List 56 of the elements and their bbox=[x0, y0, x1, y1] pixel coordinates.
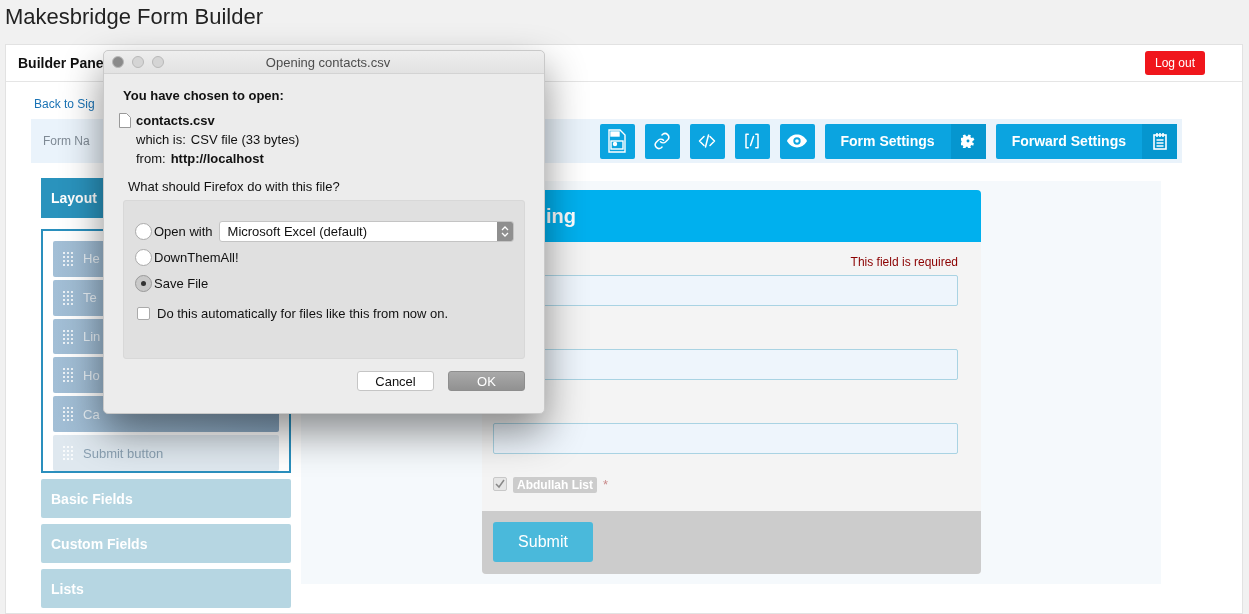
toolbar-button[interactable] bbox=[779, 123, 815, 159]
checkbox[interactable] bbox=[137, 306, 150, 320]
radio-button[interactable] bbox=[135, 248, 152, 266]
radio-button[interactable] bbox=[135, 274, 152, 292]
gear-icon bbox=[961, 134, 976, 148]
drag-handle-icon bbox=[63, 251, 73, 266]
link-icon bbox=[653, 132, 671, 150]
zoom-icon[interactable] bbox=[152, 56, 164, 68]
settings-button[interactable]: Forward Settings bbox=[995, 123, 1177, 159]
error-message: This field is required bbox=[850, 255, 958, 271]
option-label[interactable]: Open with bbox=[154, 223, 213, 239]
checkbox-label[interactable]: Do this automatically for files like this from now on. bbox=[157, 305, 449, 321]
settings-button[interactable]: Form Settings bbox=[824, 123, 986, 159]
drag-handle-icon bbox=[63, 407, 73, 422]
dialog-question: What should Firefox do with this file? bbox=[128, 179, 341, 194]
form-title: ing bbox=[546, 204, 576, 228]
stepper-icon bbox=[501, 224, 509, 238]
code-icon bbox=[698, 132, 716, 150]
drag-handle-icon bbox=[63, 446, 73, 461]
layout-tab[interactable]: Layout bbox=[41, 178, 104, 218]
minimize-icon[interactable] bbox=[132, 56, 144, 68]
shortcode-icon bbox=[743, 132, 761, 150]
logout-button[interactable]: Log out bbox=[1144, 51, 1205, 75]
dialog-intro: You have chosen to open: bbox=[123, 88, 285, 103]
drag-handle-icon bbox=[63, 368, 73, 383]
toolbar-button[interactable] bbox=[599, 123, 635, 159]
toolbar-button[interactable] bbox=[689, 123, 725, 159]
checkbox[interactable] bbox=[493, 477, 507, 491]
option-label[interactable]: DownThemAll! bbox=[154, 249, 239, 265]
back-link[interactable]: Back to Sig bbox=[34, 97, 95, 115]
page-title: Makesbridge Form Builder bbox=[4, 3, 264, 31]
close-icon[interactable] bbox=[112, 56, 124, 68]
drag-handle-icon bbox=[63, 290, 73, 305]
notepad-icon bbox=[1151, 132, 1168, 150]
file-icon bbox=[119, 113, 131, 128]
panel-title: Builder Pane bbox=[18, 55, 104, 71]
input-field[interactable] bbox=[493, 423, 958, 454]
form-name-field[interactable]: Form Na bbox=[43, 134, 95, 148]
toolbar-button[interactable] bbox=[644, 123, 680, 159]
file-source: http://localhost bbox=[170, 151, 264, 166]
submit-button[interactable]: Submit bbox=[493, 522, 593, 562]
file-type: CSV file (33 bytes) bbox=[190, 132, 300, 147]
app-select[interactable]: Microsoft Excel (default) bbox=[218, 220, 514, 242]
radio-button[interactable] bbox=[135, 222, 152, 240]
info-label: which is: bbox=[136, 132, 186, 147]
file-name: contacts.csv bbox=[136, 113, 215, 128]
option-label[interactable]: Save File bbox=[154, 275, 209, 291]
dialog-title: Opening contacts.csv bbox=[264, 54, 392, 70]
info-label: from: bbox=[136, 151, 166, 166]
checkmark-icon bbox=[495, 479, 505, 489]
toolbar-button[interactable] bbox=[734, 123, 770, 159]
required-mark: * bbox=[603, 477, 609, 492]
dialog-button[interactable]: Cancel bbox=[357, 371, 434, 391]
dialog-button[interactable]: OK bbox=[448, 371, 525, 391]
drag-handle-icon bbox=[63, 329, 73, 344]
eye-icon bbox=[786, 133, 808, 149]
